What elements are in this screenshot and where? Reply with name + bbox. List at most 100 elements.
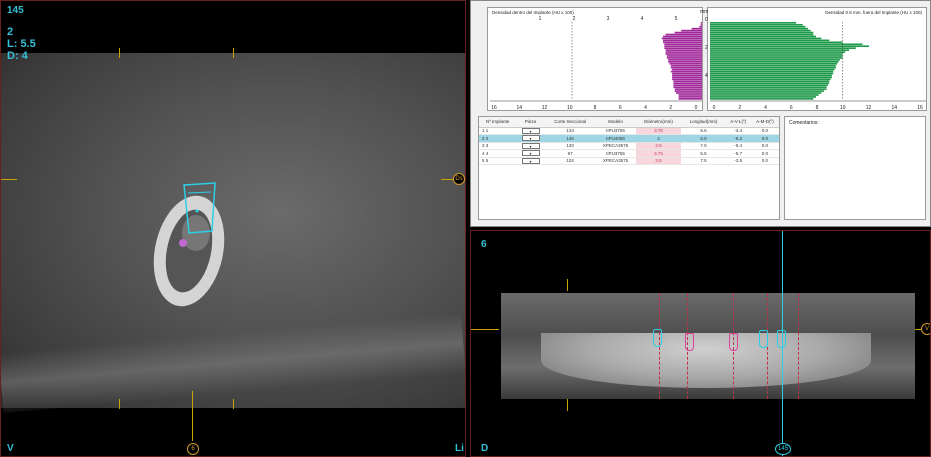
amd-cell: 0.0 xyxy=(750,127,779,135)
row-index: 1 1 xyxy=(479,127,517,135)
pano-bottom-marker[interactable]: 145 xyxy=(775,443,791,455)
density-bar xyxy=(670,64,702,67)
table-header[interactable]: Pieza xyxy=(516,117,545,128)
table-row[interactable]: 5 5 ▾ 102 XPECA3575 3.5 7.5 -3.5 0.0 xyxy=(479,157,779,165)
density-bar xyxy=(710,84,828,87)
table-row[interactable]: 1 1 ▾ 134 IIPU3755 3.75 5.5 -4.4 0.0 xyxy=(479,127,779,135)
dropdown-arrow-icon[interactable]: ▾ xyxy=(521,157,540,164)
density-bar xyxy=(678,98,702,100)
table-header[interactable]: Nº Implante xyxy=(479,117,517,128)
density-bar xyxy=(710,29,811,32)
density-bar xyxy=(691,27,702,30)
density-bar xyxy=(710,68,835,71)
dropdown-arrow-icon[interactable]: ▾ xyxy=(521,127,540,134)
pieza-dropdown[interactable]: ▾ xyxy=(516,157,545,165)
left-graph-plot: 16 14 12 10 8 6 4 2 01 2 3 4 5 xyxy=(490,16,702,111)
table-header[interactable]: Modelo xyxy=(595,117,636,128)
density-bar xyxy=(669,62,702,65)
implant-3-marker[interactable] xyxy=(729,333,738,351)
comments-label: Comentarios: xyxy=(789,120,819,126)
avl-cell: -4.4 xyxy=(725,127,751,135)
row-index: 4 4 xyxy=(479,149,517,158)
density-bar xyxy=(673,86,702,88)
axis-tick-label: 10 xyxy=(567,105,573,111)
slice-cell: 120 xyxy=(544,142,596,150)
density-bar xyxy=(710,22,797,24)
pieza-dropdown[interactable]: ▾ xyxy=(516,127,545,135)
density-bar xyxy=(674,90,702,92)
crosshair-top-right xyxy=(233,48,234,58)
table-header[interactable]: A-M-D(º) xyxy=(750,117,779,128)
density-bar xyxy=(710,25,806,28)
panoramic-image[interactable] xyxy=(501,293,915,399)
density-bar xyxy=(700,22,702,24)
diameter-cell: 4 xyxy=(635,134,682,143)
density-bar xyxy=(710,27,809,30)
density-bar xyxy=(710,66,836,69)
cross-section-viewport[interactable]: 145 2 L: 5.5 D: 4 V Li Ds 6 xyxy=(0,0,466,457)
implant-1-marker[interactable] xyxy=(653,329,662,347)
density-bar xyxy=(673,82,702,85)
dropdown-arrow-icon[interactable]: ▾ xyxy=(521,150,540,157)
length-cell: 7.5 xyxy=(681,157,726,165)
axis-tick-label: 16 xyxy=(491,105,497,111)
cross-section-image[interactable] xyxy=(1,53,465,413)
amd-cell: 0.0 xyxy=(750,142,779,150)
density-bar xyxy=(710,80,830,83)
density-bar xyxy=(710,98,814,100)
density-bar xyxy=(710,72,834,75)
pieza-dropdown[interactable]: ▾ xyxy=(516,134,545,143)
top-tick-label: 1 xyxy=(539,16,542,22)
density-bar xyxy=(710,74,832,77)
density-bar xyxy=(665,49,702,51)
axis-tick-label: 16 xyxy=(917,105,923,111)
density-bar xyxy=(710,41,843,44)
density-bar xyxy=(672,76,702,79)
slice-cell: 102 xyxy=(544,157,596,165)
row-index: 2 2 xyxy=(479,134,517,143)
axis-tick-label: 8 xyxy=(594,105,597,111)
density-bar xyxy=(710,51,846,53)
mm-tick-label: 0 xyxy=(705,17,708,23)
pieza-dropdown[interactable]: ▾ xyxy=(516,149,545,158)
table-header[interactable]: Longitud(mm) xyxy=(681,117,726,128)
panoramic-viewport[interactable]: 6 D V 145 xyxy=(470,230,931,457)
density-bar xyxy=(699,25,702,28)
right-marker[interactable]: Ds xyxy=(453,173,465,185)
table-header[interactable]: Diámetro(mm) xyxy=(635,117,682,128)
crosshair-bottom-right xyxy=(233,399,234,409)
pano-v-bottom xyxy=(567,399,568,411)
table-header[interactable]: Corte Seccional xyxy=(544,117,596,128)
axis-tick-label: 4 xyxy=(764,105,767,111)
density-bar xyxy=(666,55,702,57)
implant-number: 2 xyxy=(7,26,14,38)
pano-right-marker[interactable]: V xyxy=(921,323,930,335)
implant-2-marker[interactable] xyxy=(685,333,694,351)
density-bar xyxy=(710,33,814,36)
table-row[interactable]: 3 3 ▾ 120 XPECA3575 3.5 7.5 -5.4 0.0 xyxy=(479,142,779,150)
implant-4-marker[interactable] xyxy=(759,330,768,348)
implant-5-marker[interactable] xyxy=(777,330,786,348)
crosshair-top-left xyxy=(119,48,120,58)
axis-tick-label: 0 xyxy=(695,105,698,111)
dropdown-arrow-icon[interactable]: ▾ xyxy=(521,142,540,149)
density-bar xyxy=(673,84,702,87)
density-bar xyxy=(710,55,843,57)
diameter-label: D: 4 xyxy=(7,50,28,62)
axis-tick-label: 6 xyxy=(619,105,622,111)
comments-box[interactable]: Comentarios: xyxy=(784,116,926,220)
bottom-marker[interactable]: 6 xyxy=(187,443,199,455)
table-header[interactable]: A-V-L(º) xyxy=(725,117,751,128)
table-row[interactable]: 2 2 ▾ 145 IIPU4055 4 5.5 -5.2 0.0 xyxy=(479,134,779,143)
dropdown-arrow-icon[interactable]: ▾ xyxy=(521,135,540,142)
avl-cell: -5.2 xyxy=(725,134,751,143)
table-row[interactable]: 4 4 ▾ 97 IIPU3755 3.75 5.5 -5.7 0.0 xyxy=(479,149,779,158)
pieza-dropdown[interactable]: ▾ xyxy=(516,142,545,150)
diameter-cell: 3.75 xyxy=(635,127,682,135)
slice-cell: 134 xyxy=(544,127,596,135)
model-cell: IIPU4055 xyxy=(595,134,636,143)
implant-table[interactable]: Nº Implante Pieza Corte Seccional Modelo Diá… xyxy=(478,116,780,220)
corner-left-label: V xyxy=(7,443,14,454)
axis-tick-label: 12 xyxy=(542,105,548,111)
mm-tick-label: 4 xyxy=(705,73,708,79)
